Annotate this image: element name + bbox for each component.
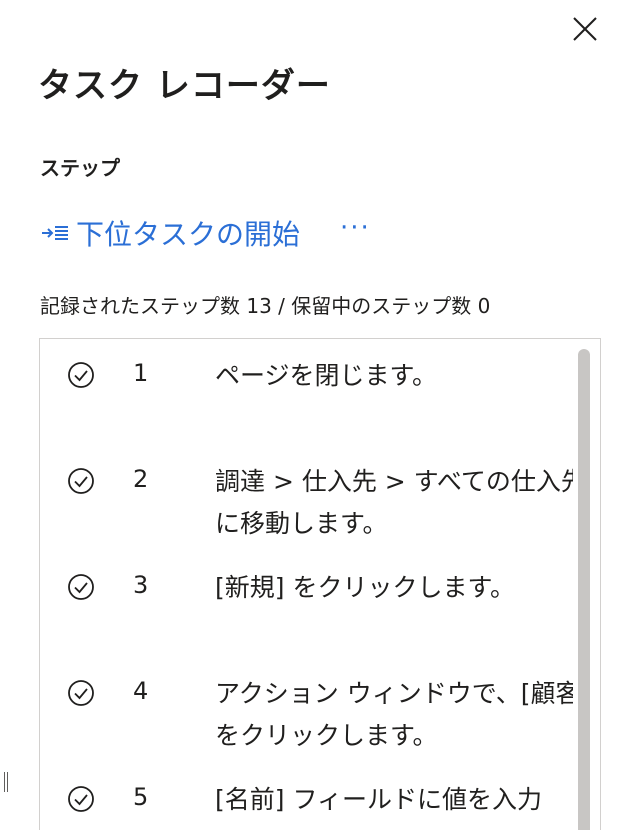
step-number: 3 [133, 571, 149, 599]
steps-list[interactable]: 1 ページを閉じます。 2 調達 > 仕入先 > すべての仕入先 に移動します。… [39, 338, 601, 830]
pane-title: タスク レコーダー [38, 66, 331, 106]
step-row[interactable]: 5 [名前] フィールドに値を入力 す [40, 763, 580, 830]
steps-section-label: ステップ [40, 156, 120, 180]
step-description: [新規] をクリックします。 [215, 567, 573, 609]
resize-handle[interactable] [4, 772, 12, 792]
check-circle-icon [68, 468, 94, 494]
step-description-line: [新規] をクリックします。 [215, 573, 515, 602]
step-description-line: す [215, 821, 573, 830]
step-number: 1 [133, 359, 149, 387]
step-description-line: 調達 > 仕入先 > すべての仕入先 [215, 467, 573, 496]
check-circle-icon [68, 786, 94, 812]
check-circle-icon [68, 362, 94, 388]
steps-toolbar: 下位タスクの開始 ··· [40, 210, 371, 256]
step-row[interactable]: 3 [新規] をクリックします。 [40, 551, 580, 651]
start-subtask-button[interactable]: 下位タスクの開始 [40, 213, 300, 253]
indent-list-icon [40, 221, 70, 245]
close-button[interactable] [568, 12, 602, 46]
step-number: 4 [133, 677, 149, 705]
step-number: 2 [133, 465, 149, 493]
task-recorder-pane: タスク レコーダー ステップ 下位タスクの開始 ··· 記録されたステップ数 1… [0, 0, 632, 830]
step-row[interactable]: 4 アクション ウィンドウで、[顧客] をクリックします。 [40, 657, 580, 757]
check-circle-icon [68, 680, 94, 706]
step-row[interactable]: 1 ページを閉じます。 [40, 339, 580, 439]
step-description-line: アクション ウィンドウで、[顧客] [215, 679, 573, 708]
grip-line [7, 772, 8, 792]
start-subtask-label: 下位タスクの開始 [76, 218, 301, 251]
step-description-line: に移動します。 [215, 509, 388, 538]
check-circle-icon [68, 574, 94, 600]
grip-line [4, 772, 5, 792]
step-description: [名前] フィールドに値を入力 す [215, 779, 573, 830]
step-row[interactable]: 2 調達 > 仕入先 > すべての仕入先 に移動します。 [40, 445, 580, 545]
step-description: 調達 > 仕入先 > すべての仕入先 に移動します。 [215, 461, 573, 545]
step-description: アクション ウィンドウで、[顧客] をクリックします。 [215, 673, 573, 757]
more-options-button[interactable]: ··· [340, 215, 371, 248]
close-icon [573, 17, 597, 41]
step-description-line: ページを閉じます。 [215, 361, 438, 390]
scrollbar-thumb[interactable] [578, 349, 590, 830]
step-number: 5 [133, 783, 149, 811]
step-description-line: [名前] フィールドに値を入力 [215, 785, 542, 814]
step-description: ページを閉じます。 [215, 355, 573, 397]
step-count-text: 記録されたステップ数 13 / 保留中のステップ数 0 [40, 294, 491, 318]
step-description-line: をクリックします。 [215, 721, 438, 750]
